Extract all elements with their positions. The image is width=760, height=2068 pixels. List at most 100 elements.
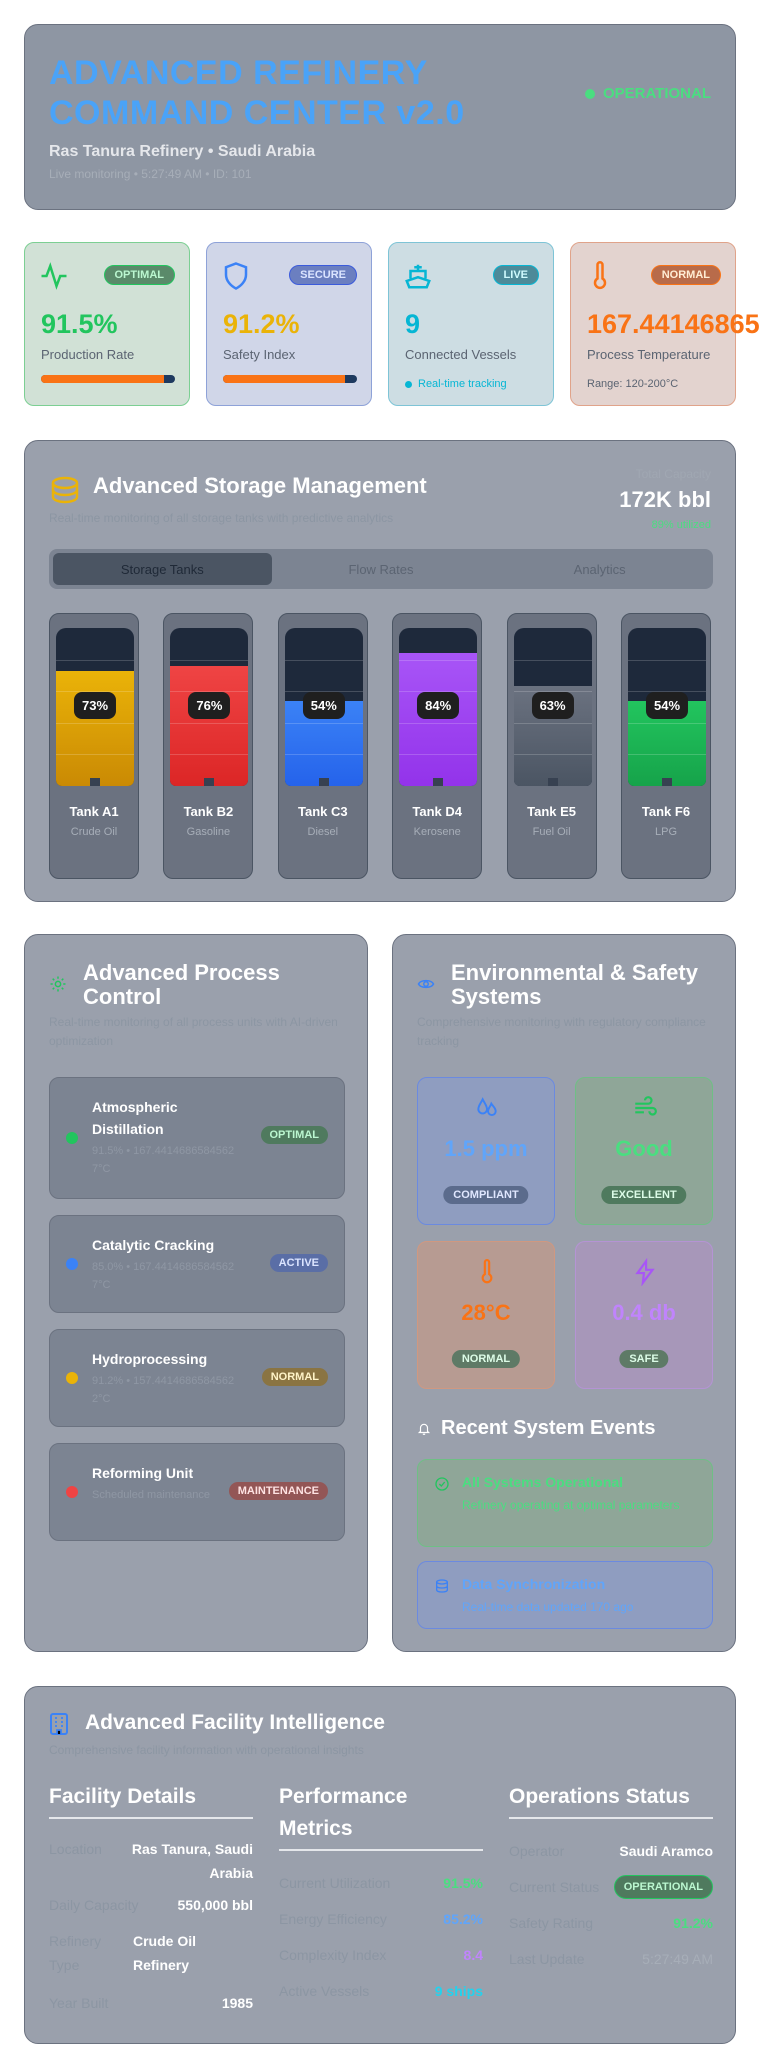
status-badge: NORMAL <box>650 265 721 285</box>
tab-storage-tanks[interactable]: Storage Tanks <box>53 553 272 585</box>
page-title: ADVANCED REFINERY COMMAND CENTER v2.0 <box>49 54 465 132</box>
env-card-emissions[interactable]: 1.5 ppm COMPLIANT <box>417 1077 555 1225</box>
metric-value: 91.5% <box>41 309 118 339</box>
tank-valve-icon <box>547 778 558 786</box>
tracking-label: Real-time tracking <box>418 378 507 390</box>
tab-analytics[interactable]: Analytics <box>490 553 709 585</box>
range-text: Range: 120-200°C <box>587 378 679 390</box>
detail-key: Daily Capacity <box>49 1897 139 1913</box>
status-badge: OPTIMAL <box>103 265 175 285</box>
unit-status-dot-icon <box>66 1486 78 1498</box>
unit-badge: MAINTENANCE <box>228 1482 328 1500</box>
tank-percent: 84% <box>417 692 460 719</box>
ops-value: 91.2% <box>673 1915 713 1931</box>
storage-subtitle: Real-time monitoring of all storage tank… <box>49 511 394 525</box>
tank-gauge-line <box>628 754 706 756</box>
tank-vessel: 73% <box>56 628 134 786</box>
event-title: All Systems Operational <box>462 1474 624 1490</box>
tank-name: Tank B2 <box>183 804 234 819</box>
status-badge: OPERATIONAL <box>613 1875 713 1899</box>
tank-gauge-line <box>399 754 478 756</box>
detail-key: Refinery Type <box>49 1933 102 1973</box>
detail-value: 1985 <box>221 1995 253 2011</box>
detail-value: 550,000 bbl <box>177 1897 254 1913</box>
tank-product-type: Kerosene <box>413 826 461 838</box>
tank-product-type: Fuel Oil <box>532 826 571 838</box>
metric-card-vessels[interactable]: LIVE 9 Connected Vessels Real-time track… <box>388 242 554 406</box>
tank-card[interactable]: 54% Tank F6 LPG <box>621 613 711 879</box>
tank-vessel: 54% <box>628 628 706 786</box>
tank-gauge-line <box>284 722 363 724</box>
storage-panel: Advanced Storage Management Real-time mo… <box>24 440 736 902</box>
metric-card-safety[interactable]: SECURE 91.2% Safety Index <box>206 242 372 406</box>
process-unit-card[interactable]: Reforming Unit Scheduled maintenance MAI… <box>49 1443 345 1541</box>
thermometer-icon <box>593 261 607 290</box>
activity-icon <box>41 262 67 290</box>
tank-name: Tank A1 <box>69 804 119 819</box>
tank-gauge-line <box>628 659 706 661</box>
tank-valve-icon <box>90 778 100 786</box>
ops-key: Last Update <box>509 1951 585 1967</box>
unit-name: Hydroprocessing <box>92 1351 208 1367</box>
tank-fill-level <box>56 670 134 786</box>
perf-key: Current Utilization <box>279 1875 391 1891</box>
process-subtitle: Real-time monitoring of all process unit… <box>49 1015 338 1048</box>
env-card-air-quality[interactable]: Good EXCELLENT <box>575 1077 713 1225</box>
env-card-noise[interactable]: 0.4 db SAFE <box>575 1241 713 1389</box>
tank-card[interactable]: 84% Tank D4 Kerosene <box>392 613 483 879</box>
tank-card[interactable]: 73% Tank A1 Crude Oil <box>49 613 139 879</box>
metric-value: 167.44146865 <box>587 309 760 339</box>
env-title: Environmental & Safety Systems <box>451 960 698 1009</box>
live-monitoring-text: Live monitoring • 5:27:49 AM • ID: 101 <box>49 167 252 181</box>
env-card-temperature[interactable]: 28°C NORMAL <box>417 1241 555 1389</box>
status-badge: LIVE <box>492 265 539 285</box>
tank-gauge-line <box>170 754 249 756</box>
tank-valve-icon <box>204 778 215 786</box>
event-card[interactable]: All Systems Operational Refinery operati… <box>417 1459 713 1547</box>
detail-value: Crude Oil Refinery <box>133 1933 197 1973</box>
tab-flow-rates[interactable]: Flow Rates <box>272 553 491 585</box>
environment-panel: Environmental & Safety Systems Comprehen… <box>392 934 736 1652</box>
metric-card-production[interactable]: OPTIMAL 91.5% Production Rate <box>24 242 190 406</box>
tracking-indicator: Real-time tracking <box>405 378 507 390</box>
event-card[interactable]: Data Synchronization Real-time data upda… <box>417 1561 713 1629</box>
metric-card-temperature[interactable]: NORMAL 167.44146865 Process Temperature … <box>570 242 760 406</box>
tank-gauge-line <box>513 722 592 724</box>
tank-card[interactable]: 54% Tank C3 Diesel <box>277 613 368 879</box>
tank-gauge-line <box>513 754 592 756</box>
unit-status-dot-icon <box>66 1372 78 1384</box>
check-circle-icon <box>435 1477 449 1491</box>
tank-valve-icon <box>318 778 329 786</box>
facility-subtitle: Ras Tanura Refinery • Saudi Arabia <box>49 143 316 160</box>
performance-column: Performance Metrics Current Utilization … <box>279 1781 483 1999</box>
capacity-utilization: 89% utilized <box>651 519 711 531</box>
detail-value: Ras Tanura, Saudi Arabia <box>131 1841 253 1881</box>
process-unit-card[interactable]: Hydroprocessing 91.2% • 157.441468658456… <box>49 1329 345 1427</box>
thermometer-icon <box>481 1259 493 1284</box>
unit-badge: ACTIVE <box>269 1254 328 1272</box>
tank-card[interactable]: 63% Tank E5 Fuel Oil <box>506 613 597 879</box>
tank-name: Tank C3 <box>297 804 348 819</box>
unit-badge: NORMAL <box>261 1368 328 1386</box>
metric-label: Connected Vessels <box>405 347 517 362</box>
facility-panel: Advanced Facility Intelligence Comprehen… <box>24 1686 736 2044</box>
env-badge: SAFE <box>619 1350 669 1368</box>
performance-heading: Performance Metrics <box>279 1781 483 1851</box>
tank-gauge-line <box>284 754 363 756</box>
process-unit-card[interactable]: Atmospheric Distillation 91.5% • 167.441… <box>49 1077 345 1199</box>
tank-gauge-line <box>170 722 249 724</box>
header-panel: ADVANCED REFINERY COMMAND CENTER v2.0 Ra… <box>24 24 736 210</box>
events-title: Recent System Events <box>441 1417 656 1439</box>
ship-icon <box>405 264 431 289</box>
tank-valve-icon <box>662 778 672 786</box>
metric-label: Safety Index <box>223 347 296 362</box>
unit-name: Atmospheric Distillation <box>92 1099 178 1137</box>
tank-card[interactable]: 76% Tank B2 Gasoline <box>163 613 254 879</box>
process-unit-card[interactable]: Catalytic Cracking 85.0% • 167.441468658… <box>49 1215 345 1313</box>
metric-value: 9 <box>405 309 421 339</box>
status-dot-icon <box>584 88 595 99</box>
env-value: 1.5 ppm <box>444 1136 528 1161</box>
tank-gauge-line <box>284 659 363 661</box>
ops-key: Current Status <box>509 1879 600 1895</box>
tank-product-type: Gasoline <box>186 826 231 838</box>
